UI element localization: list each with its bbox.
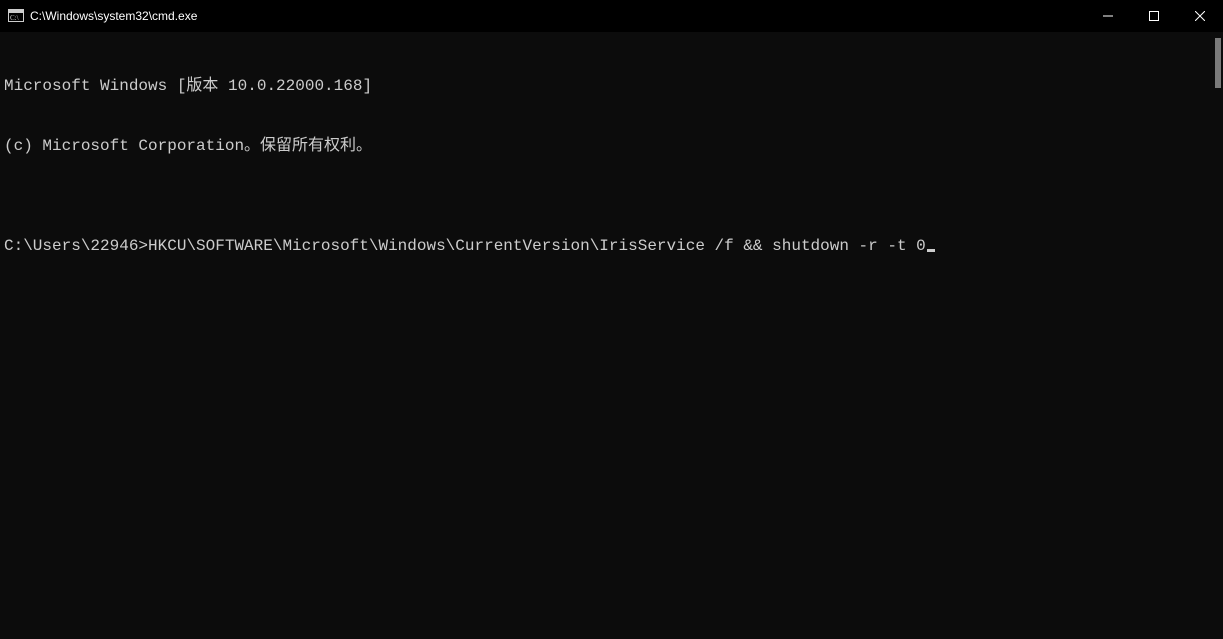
minimize-button[interactable] — [1085, 0, 1131, 32]
svg-text:C:\: C:\ — [10, 14, 19, 22]
cmd-icon: C:\ — [8, 8, 24, 24]
terminal-line-version: Microsoft Windows [版本 10.0.22000.168] — [4, 76, 1219, 96]
scrollbar-thumb[interactable] — [1215, 38, 1221, 88]
terminal-line-copyright: (c) Microsoft Corporation。保留所有权利。 — [4, 136, 1219, 156]
window-title: C:\Windows\system32\cmd.exe — [30, 9, 197, 23]
terminal-prompt-line: C:\Users\22946>HKCU\SOFTWARE\Microsoft\W… — [4, 236, 1219, 256]
terminal-area[interactable]: Microsoft Windows [版本 10.0.22000.168] (c… — [0, 32, 1223, 639]
terminal-prompt: C:\Users\22946> — [4, 237, 148, 255]
maximize-button[interactable] — [1131, 0, 1177, 32]
close-button[interactable] — [1177, 0, 1223, 32]
terminal-cursor — [927, 249, 935, 252]
window-controls — [1085, 0, 1223, 32]
terminal-command: HKCU\SOFTWARE\Microsoft\Windows\CurrentV… — [148, 237, 926, 255]
cmd-window: C:\ C:\Windows\system32\cmd.exe Microsof… — [0, 0, 1223, 639]
scrollbar-track[interactable] — [1207, 32, 1223, 639]
titlebar[interactable]: C:\ C:\Windows\system32\cmd.exe — [0, 0, 1223, 32]
